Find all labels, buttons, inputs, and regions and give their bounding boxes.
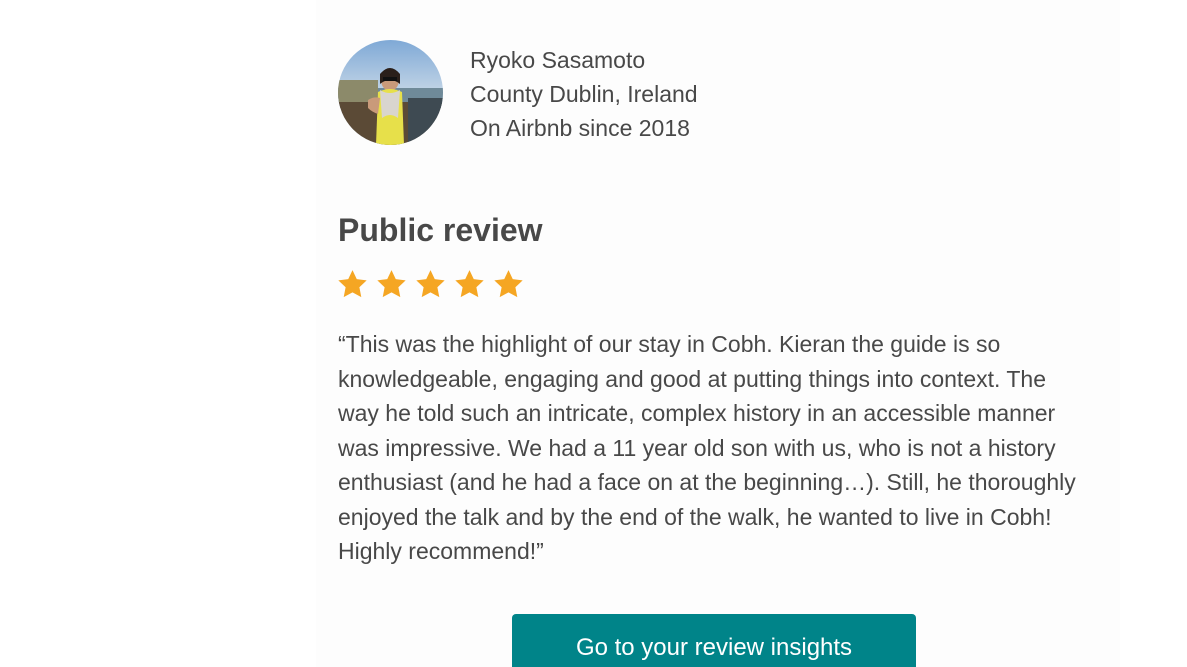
star-icon <box>336 268 369 301</box>
star-icon <box>492 268 525 301</box>
review-insights-button[interactable]: Go to your review insights <box>512 614 916 667</box>
reviewer-info: Ryoko Sasamoto County Dublin, Ireland On… <box>470 43 698 145</box>
star-icon <box>414 268 447 301</box>
public-review-heading: Public review <box>338 212 543 248</box>
email-page: Ryoko Sasamoto County Dublin, Ireland On… <box>0 0 1187 667</box>
reviewer-header: Ryoko Sasamoto County Dublin, Ireland On… <box>338 40 698 145</box>
reviewer-name: Ryoko Sasamoto <box>470 47 646 73</box>
review-text: “This was the highlight of our stay in C… <box>338 331 1076 564</box>
reviewer-location: County Dublin, Ireland <box>470 81 698 107</box>
reviewer-avatar <box>338 40 443 145</box>
star-rating <box>336 268 525 301</box>
star-icon <box>375 268 408 301</box>
star-icon <box>453 268 486 301</box>
review-insights-button-label: Go to your review insights <box>575 634 853 661</box>
avatar-photo-icon <box>338 40 443 145</box>
reviewer-member-since: On Airbnb since 2018 <box>470 115 690 141</box>
